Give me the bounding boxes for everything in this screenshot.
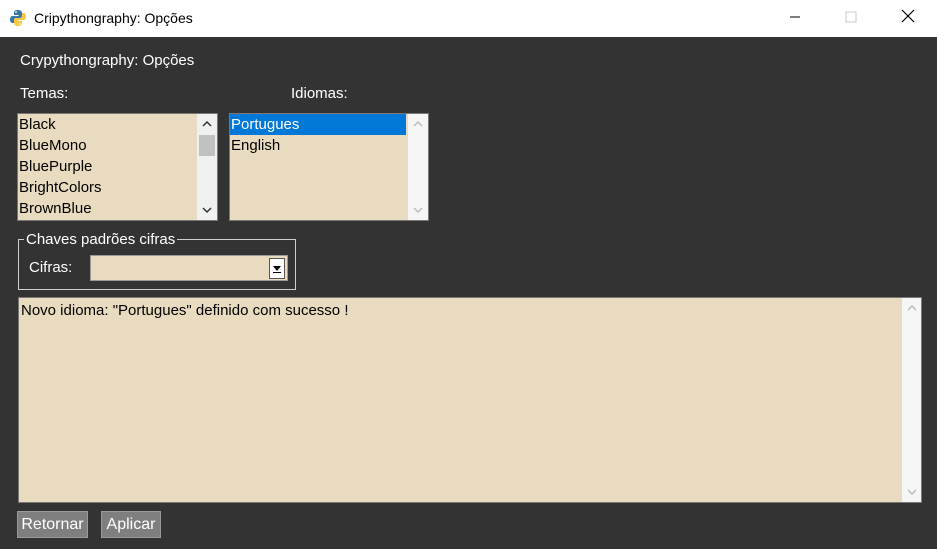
languages-label: Idiomas: bbox=[291, 85, 348, 102]
close-icon bbox=[901, 9, 915, 28]
apply-button[interactable]: Aplicar bbox=[101, 511, 161, 538]
chevron-up-icon[interactable] bbox=[197, 114, 217, 134]
cipher-keys-legend: Chaves padrões cifras bbox=[24, 231, 178, 248]
chevron-up-icon[interactable] bbox=[902, 298, 922, 318]
chevron-up-icon[interactable] bbox=[408, 114, 428, 134]
output-textarea[interactable]: Novo idioma: "Portugues" definido com su… bbox=[18, 297, 922, 503]
maximize-button[interactable] bbox=[828, 0, 874, 37]
window-title: Cripythongraphy: Opções bbox=[34, 10, 193, 26]
list-item[interactable]: BlueMono bbox=[18, 135, 217, 156]
cipher-combobox[interactable] bbox=[90, 255, 288, 281]
list-item[interactable]: English bbox=[230, 135, 428, 156]
chevron-down-icon[interactable] bbox=[408, 200, 428, 220]
close-button[interactable] bbox=[885, 0, 931, 37]
minimize-button[interactable] bbox=[772, 0, 818, 37]
scroll-thumb[interactable] bbox=[199, 135, 215, 156]
maximize-icon bbox=[845, 10, 857, 28]
chevron-down-icon[interactable] bbox=[902, 482, 922, 502]
list-item-selected[interactable]: Portugues bbox=[230, 114, 406, 135]
chevron-down-icon[interactable] bbox=[197, 200, 217, 220]
list-item[interactable]: Black bbox=[18, 114, 217, 135]
languages-scrollbar[interactable] bbox=[408, 114, 428, 220]
themes-scrollbar[interactable] bbox=[197, 114, 217, 220]
dropdown-arrow-icon bbox=[272, 260, 282, 278]
output-message: Novo idioma: "Portugues" definido com su… bbox=[21, 302, 349, 319]
languages-listbox[interactable]: Portugues English bbox=[229, 113, 429, 221]
title-bar[interactable]: Cripythongraphy: Opções bbox=[0, 0, 937, 37]
themes-label: Temas: bbox=[20, 85, 69, 102]
page-title: Crypythongraphy: Opções bbox=[20, 52, 195, 69]
list-item[interactable]: BluePurple bbox=[18, 156, 217, 177]
cipher-label: Cifras: bbox=[29, 259, 73, 276]
return-button[interactable]: Retornar bbox=[17, 511, 88, 538]
list-item[interactable]: BrightColors bbox=[18, 177, 217, 198]
output-scrollbar[interactable] bbox=[902, 298, 921, 502]
dropdown-button[interactable] bbox=[269, 258, 285, 279]
themes-listbox[interactable]: Black BlueMono BluePurple BrightColors B… bbox=[17, 113, 218, 221]
minimize-icon bbox=[789, 10, 801, 28]
python-icon bbox=[9, 9, 27, 27]
list-item[interactable]: BrownBlue bbox=[18, 198, 217, 219]
